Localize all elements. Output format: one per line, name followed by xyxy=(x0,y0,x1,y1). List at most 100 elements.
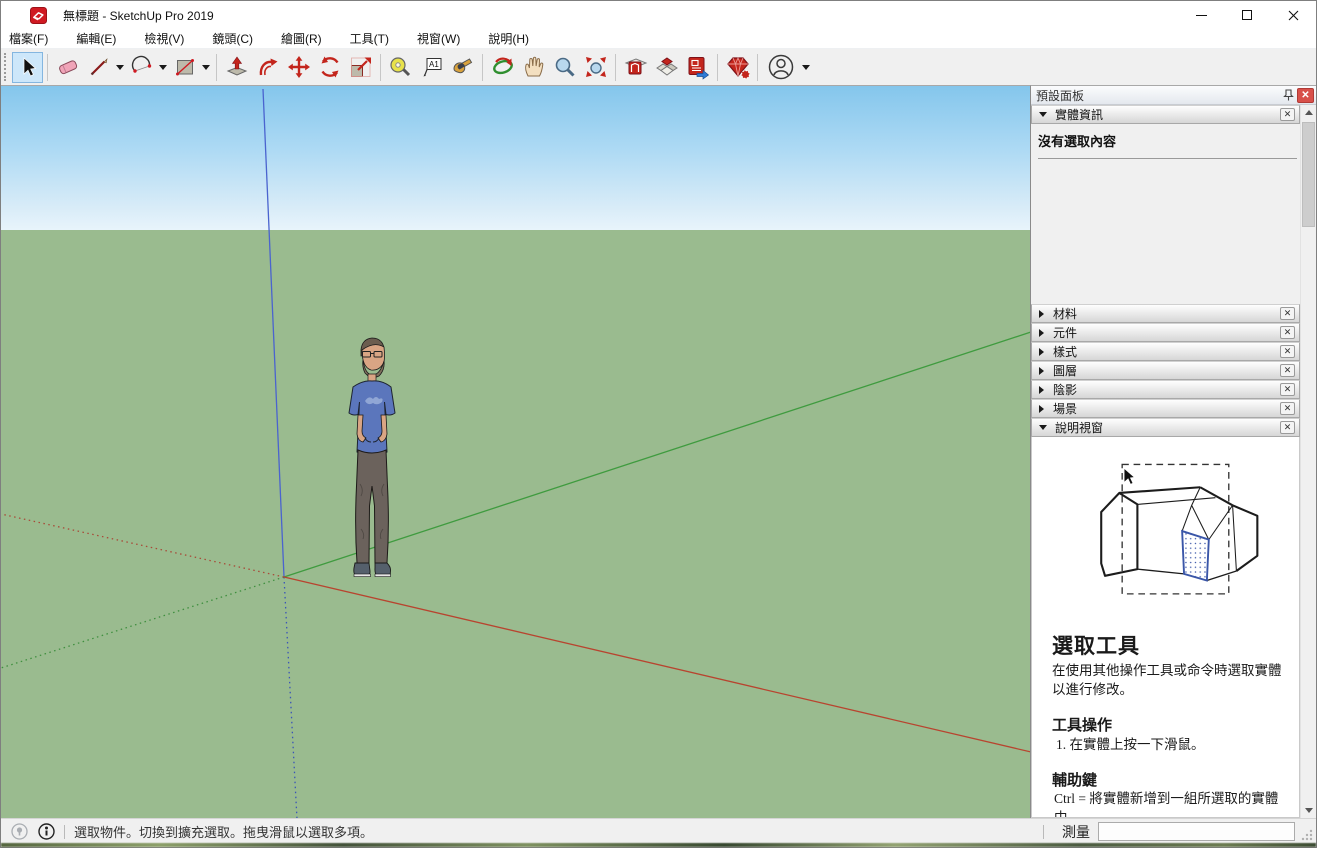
statusbar-separator xyxy=(64,825,65,839)
menu-draw[interactable]: 繪圖(R) xyxy=(267,29,336,49)
scroll-up-button[interactable] xyxy=(1301,105,1317,120)
scale-tool-button[interactable] xyxy=(345,52,376,83)
extension-warehouse-button[interactable] xyxy=(722,52,753,83)
section-header-scenes[interactable]: 場景 ✕ xyxy=(1031,399,1300,418)
rectangle-tool-button[interactable] xyxy=(169,52,200,83)
toolbar-separator xyxy=(47,54,48,81)
push-pull-tool-button[interactable] xyxy=(221,52,252,83)
instructor-modifier-heading: 輔助鍵 xyxy=(1052,769,1289,790)
rectangle-tool-dropdown[interactable] xyxy=(200,52,212,83)
3d-warehouse-button[interactable] xyxy=(620,52,651,83)
section-close-button[interactable]: ✕ xyxy=(1280,383,1295,396)
instructor-operation-heading: 工具操作 xyxy=(1052,714,1289,735)
section-header-instructor[interactable]: 說明視窗 ✕ xyxy=(1031,418,1300,437)
tape-measure-tool-button[interactable] xyxy=(385,52,416,83)
sketchup-window: 無標題 - SketchUp Pro 2019 檔案(F) 編輯(E) 檢視(V… xyxy=(0,0,1317,848)
menu-window[interactable]: 視窗(W) xyxy=(403,29,474,49)
scale-figure-person[interactable] xyxy=(329,334,413,582)
toolbar-separator xyxy=(482,54,483,81)
send-to-layout-button[interactable] xyxy=(682,52,713,83)
section-label: 圖層 xyxy=(1053,362,1280,379)
divider xyxy=(1038,158,1297,159)
chevron-down-icon xyxy=(159,65,167,70)
orbit-tool-button[interactable] xyxy=(487,52,518,83)
expand-arrow-icon xyxy=(1039,310,1044,318)
push-pull-icon xyxy=(224,54,250,80)
section-label: 樣式 xyxy=(1053,343,1280,360)
geolocation-icon[interactable] xyxy=(11,823,28,840)
panel-scrollbar[interactable] xyxy=(1300,105,1316,818)
eraser-tool-button[interactable] xyxy=(52,52,83,83)
line-tool-button[interactable] xyxy=(83,52,114,83)
section-header-styles[interactable]: 樣式 ✕ xyxy=(1031,342,1300,361)
account-button[interactable] xyxy=(762,52,800,83)
move-tool-button[interactable] xyxy=(283,52,314,83)
rotate-tool-button[interactable] xyxy=(314,52,345,83)
section-header-layers[interactable]: 圖層 ✕ xyxy=(1031,361,1300,380)
zoom-extents-tool-button[interactable] xyxy=(580,52,611,83)
section-close-button[interactable]: ✕ xyxy=(1280,421,1295,434)
section-close-button[interactable]: ✕ xyxy=(1280,345,1295,358)
scroll-down-icon xyxy=(1305,808,1313,813)
menu-camera[interactable]: 鏡頭(C) xyxy=(198,29,267,49)
menu-tools[interactable]: 工具(T) xyxy=(336,29,403,49)
section-close-button[interactable]: ✕ xyxy=(1280,108,1295,121)
cursor-arrow-icon xyxy=(1124,468,1134,484)
section-header-materials[interactable]: 材料 ✕ xyxy=(1031,304,1300,323)
account-dropdown[interactable] xyxy=(800,52,812,83)
info-icon[interactable] xyxy=(38,823,55,840)
panel-close-button[interactable]: ✕ xyxy=(1297,88,1314,103)
section-header-shadows[interactable]: 陰影 ✕ xyxy=(1031,380,1300,399)
pin-button[interactable] xyxy=(1279,87,1297,103)
menu-edit[interactable]: 編輯(E) xyxy=(62,29,130,49)
paint-bucket-tool-button[interactable] xyxy=(447,52,478,83)
menu-file[interactable]: 檔案(F) xyxy=(1,29,62,49)
measurement-input[interactable] xyxy=(1098,822,1295,841)
expand-arrow-icon xyxy=(1039,348,1044,356)
scrollbar-track[interactable] xyxy=(1301,120,1317,803)
sketchup-logo-icon xyxy=(30,7,47,24)
scroll-down-button[interactable] xyxy=(1301,803,1317,818)
maximize-button[interactable] xyxy=(1224,1,1270,29)
section-close-button[interactable]: ✕ xyxy=(1280,307,1295,320)
select-tool-button[interactable] xyxy=(12,52,43,83)
menu-help[interactable]: 說明(H) xyxy=(474,29,543,49)
chevron-down-icon xyxy=(116,65,124,70)
share-model-button[interactable] xyxy=(651,52,682,83)
section-close-button[interactable]: ✕ xyxy=(1280,364,1295,377)
tape-measure-icon xyxy=(388,54,414,80)
text-tool-button[interactable]: A1 xyxy=(416,52,447,83)
zoom-tool-button[interactable] xyxy=(549,52,580,83)
minimize-button[interactable] xyxy=(1178,1,1224,29)
line-tool-dropdown[interactable] xyxy=(114,52,126,83)
instructor-operation-step: 1. 在實體上按一下滑鼠。 xyxy=(1056,736,1289,755)
toolbar-drag-handle[interactable] xyxy=(4,53,8,81)
select-icon xyxy=(17,56,39,78)
text-icon: A1 xyxy=(419,54,445,80)
chevron-down-icon xyxy=(202,65,210,70)
section-header-entity-info[interactable]: 實體資訊 ✕ xyxy=(1031,105,1300,124)
section-close-button[interactable]: ✕ xyxy=(1280,326,1295,339)
scrollbar-thumb[interactable] xyxy=(1302,122,1315,227)
section-header-components[interactable]: 元件 ✕ xyxy=(1031,323,1300,342)
instructor-body: 選取工具 在使用其他操作工具或命令時選取實體以進行修改。 工具操作 1. 在實體… xyxy=(1031,437,1300,818)
send-to-layout-icon xyxy=(685,54,711,80)
instructor-description: 在使用其他操作工具或命令時選取實體以進行修改。 xyxy=(1052,662,1289,700)
close-button[interactable] xyxy=(1270,1,1316,29)
toolbar-separator xyxy=(216,54,217,81)
3d-viewport[interactable] xyxy=(1,85,1031,818)
scroll-up-icon xyxy=(1305,110,1313,115)
resize-grip-icon[interactable] xyxy=(1301,829,1313,841)
section-label: 陰影 xyxy=(1053,381,1280,398)
arc-tool-dropdown[interactable] xyxy=(157,52,169,83)
section-label: 說明視窗 xyxy=(1055,419,1280,436)
panel-titlebar[interactable]: 預設面板 ✕ xyxy=(1031,86,1316,105)
follow-me-tool-button[interactable] xyxy=(252,52,283,83)
toolbar-separator xyxy=(615,54,616,81)
pan-tool-button[interactable] xyxy=(518,52,549,83)
section-label: 實體資訊 xyxy=(1055,106,1280,123)
toolbar-separator xyxy=(380,54,381,81)
arc-tool-button[interactable] xyxy=(126,52,157,83)
menu-view[interactable]: 檢視(V) xyxy=(130,29,198,49)
section-close-button[interactable]: ✕ xyxy=(1280,402,1295,415)
